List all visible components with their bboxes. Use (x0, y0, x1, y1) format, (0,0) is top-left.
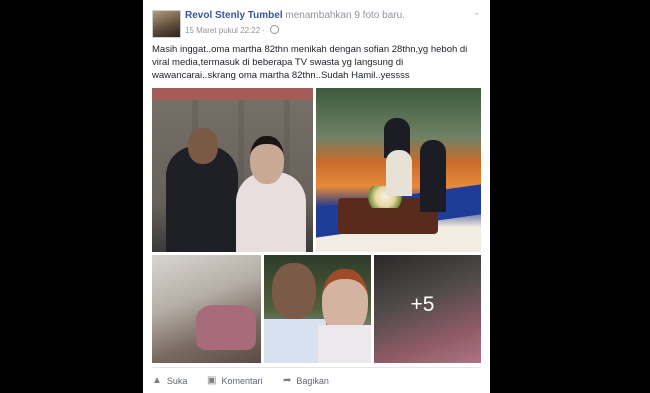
share-icon: ➦ (283, 375, 292, 386)
photo-bride-figure (236, 172, 306, 252)
author-avatar[interactable] (152, 10, 181, 38)
photo-groom-head (188, 128, 218, 164)
photo-bride-head (250, 136, 284, 184)
facebook-post-card: Revol Stenly Tumbel menambahkan 9 foto b… (143, 0, 490, 393)
more-photos-label: +5 (410, 293, 435, 316)
share-button[interactable]: ➦ Bagikan (283, 375, 329, 387)
photo-more-overlay[interactable]: +5 (374, 255, 481, 363)
photo-wedding-ceremony[interactable] (316, 88, 481, 252)
post-action-text: menambahkan 9 foto baru. (285, 10, 405, 21)
like-label: Suka (166, 376, 188, 386)
comment-label: Komentari (221, 376, 263, 386)
photo-man-shirt (264, 319, 326, 363)
more-photos-count[interactable]: +5 (374, 255, 481, 363)
photo-hospital-bed[interactable] (152, 255, 261, 363)
photo-man-face (272, 263, 316, 319)
photo-couple-selfie[interactable] (264, 255, 371, 363)
post-meta: 15 Maret pukul 22:22 · (185, 25, 280, 35)
thumbs-up-icon: ▲ (152, 375, 162, 386)
post-header: Revol Stenly Tumbel menambahkan 9 foto b… (185, 10, 405, 21)
globe-icon (270, 25, 280, 34)
comment-button[interactable]: ▣ Komentari (207, 375, 263, 387)
author-name-link[interactable]: Revol Stenly Tumbel (185, 10, 283, 21)
photo-wedding-couple[interactable] (152, 88, 313, 252)
actions-divider (152, 367, 481, 368)
photo-woman-shirt (318, 325, 371, 363)
like-button[interactable]: ▲ Suka (152, 375, 188, 387)
comment-icon: ▣ (207, 375, 217, 386)
post-timestamp-link[interactable]: 15 Maret pukul 22:22 (185, 26, 260, 35)
share-label: Bagikan (296, 376, 329, 386)
photo-person (420, 140, 446, 212)
chevron-down-icon[interactable]: ⌄ (473, 7, 481, 18)
photo-patient (196, 305, 256, 350)
meta-separator: · (262, 26, 266, 35)
post-text: Masih inggat..oma martha 82thn menikah d… (152, 44, 468, 81)
photo-person (386, 150, 412, 196)
